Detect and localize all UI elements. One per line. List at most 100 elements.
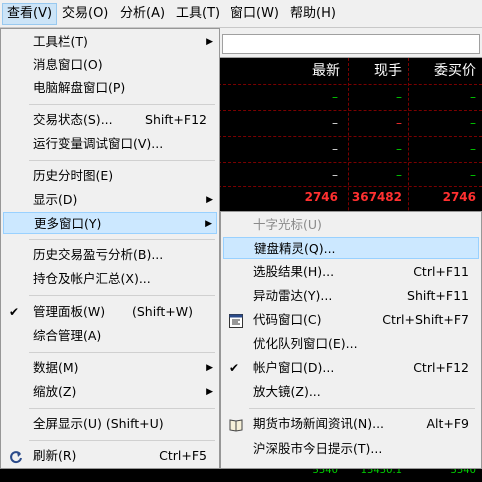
cell-bid: – xyxy=(470,168,476,182)
menu-item-trade-status[interactable]: 交易状态(S)... Shift+F12 xyxy=(3,109,217,131)
menu-item-stock-selection-results[interactable]: 选股结果(H)... Ctrl+F11 xyxy=(223,261,479,283)
menu-item-label: 更多窗口(Y) xyxy=(34,216,102,231)
menu-item-refresh[interactable]: 刷新(R) Ctrl+F5 xyxy=(3,445,217,467)
menu-item-data[interactable]: 数据(M) ▶ xyxy=(3,357,217,379)
menu-tools[interactable]: 工具(T) xyxy=(172,4,224,24)
cell-bid: 2746 xyxy=(442,190,476,204)
menu-item-label: 全屏显示(U) (Shift+U) xyxy=(33,416,164,431)
menu-item-label: 沪深股市今日提示(T)... xyxy=(253,441,383,456)
header-volume: 现手 xyxy=(374,63,402,79)
menu-bar: 查看(V) 交易(O) 分析(A) 工具(T) 窗口(W) 帮助(H) xyxy=(0,0,482,28)
menu-item-display[interactable]: 显示(D) ▶ xyxy=(3,189,217,211)
menu-item-label: 管理面板(W) xyxy=(33,304,106,319)
divider xyxy=(218,136,482,137)
cell-latest: 2746 xyxy=(304,190,338,204)
submenu-arrow-icon: ▶ xyxy=(206,363,213,373)
menu-item-message-window[interactable]: 消息窗口(O) xyxy=(3,54,217,76)
menu-item-anomaly-radar[interactable]: 异动雷达(Y)... Shift+F11 xyxy=(223,285,479,307)
menu-item-general-management[interactable]: 综合管理(A) xyxy=(3,325,217,347)
menu-item-keyboard-wizard[interactable]: 键盘精灵(Q)... xyxy=(223,237,479,259)
menu-item-label: 期货市场新闻资讯(N)... xyxy=(253,416,385,431)
menu-separator xyxy=(29,295,215,296)
checkmark-icon: ✔ xyxy=(229,361,240,375)
cell-bid: – xyxy=(470,142,476,156)
menu-item-shortcut: Ctrl+Shift+F7 xyxy=(382,312,469,327)
menu-item-label: 消息窗口(O) xyxy=(33,57,103,72)
menu-item-label: 代码窗口(C) xyxy=(253,312,322,327)
menu-item-stock-market-tips[interactable]: 沪深股市今日提示(T)... xyxy=(223,438,479,460)
menu-item-label: 电脑解盘窗口(P) xyxy=(33,80,126,95)
menu-separator xyxy=(29,104,215,105)
menu-item-pnl-analysis[interactable]: 历史交易盈亏分析(B)... xyxy=(3,244,217,266)
menu-item-label: 刷新(R) xyxy=(33,448,77,463)
cell-volume: – xyxy=(396,142,402,156)
cell-bid: – xyxy=(470,116,476,130)
cell-volume: 367482 xyxy=(351,190,402,204)
menu-trade[interactable]: 交易(O) xyxy=(58,4,112,24)
menu-item-shortcut: Ctrl+F11 xyxy=(413,264,469,279)
menu-help[interactable]: 帮助(H) xyxy=(286,4,340,24)
cell-latest: – xyxy=(332,90,338,104)
menu-item-account-window[interactable]: ✔ 帐户窗口(D)... Ctrl+F12 xyxy=(223,357,479,379)
submenu-arrow-icon: ▶ xyxy=(205,219,212,229)
menu-item-pc-analysis-window[interactable]: 电脑解盘窗口(P) xyxy=(3,77,217,99)
view-menu: 工具栏(T) ▶ 消息窗口(O) 电脑解盘窗口(P) 交易状态(S)... Sh… xyxy=(0,28,220,469)
menu-item-label: 异动雷达(Y)... xyxy=(253,288,333,303)
menu-item-position-summary[interactable]: 持仓及帐户汇总(X)... xyxy=(3,268,217,290)
toolbar-input[interactable] xyxy=(222,34,480,54)
refresh-icon xyxy=(9,449,23,464)
header-latest: 最新 xyxy=(312,63,340,79)
submenu-arrow-icon: ▶ xyxy=(206,37,213,47)
menu-item-futures-news[interactable]: 期货市场新闻资讯(N)... Alt+F9 xyxy=(223,413,479,435)
menu-item-label: 缩放(Z) xyxy=(33,384,77,399)
cell-latest: – xyxy=(332,142,338,156)
menu-item-magnifier[interactable]: 放大镜(Z)... xyxy=(223,381,479,403)
menu-separator xyxy=(29,440,215,441)
header-bid: 委买价 xyxy=(434,63,476,79)
menu-item-shortcut: Alt+F9 xyxy=(426,416,469,431)
menu-analysis[interactable]: 分析(A) xyxy=(116,4,169,24)
cell-bid: – xyxy=(470,90,476,104)
menu-item-label: 运行变量调试窗口(V)... xyxy=(33,136,164,151)
menu-item-label: 放大镜(Z)... xyxy=(253,384,321,399)
menu-item-manage-panel[interactable]: ✔ 管理面板(W) (Shift+W) xyxy=(3,301,217,323)
menu-item-fullscreen[interactable]: 全屏显示(U) (Shift+U) xyxy=(3,413,217,435)
menu-item-label: 帐户窗口(D)... xyxy=(253,360,335,375)
divider xyxy=(218,84,482,85)
cell-volume: – xyxy=(396,90,402,104)
menu-item-label: 数据(M) xyxy=(33,360,79,375)
menu-window[interactable]: 窗口(W) xyxy=(226,4,283,24)
menu-item-label: 历史分时图(E) xyxy=(33,168,114,183)
menu-item-crosshair[interactable]: 十字光标(U) xyxy=(223,214,479,236)
menu-item-toolbar[interactable]: 工具栏(T) ▶ xyxy=(3,31,217,53)
divider xyxy=(218,162,482,163)
menu-item-variable-debug[interactable]: 运行变量调试窗口(V)... xyxy=(3,133,217,155)
cell-latest: – xyxy=(332,168,338,182)
more-windows-submenu: 十字光标(U) 键盘精灵(Q)... 选股结果(H)... Ctrl+F11 异… xyxy=(220,211,482,469)
cell-volume: – xyxy=(396,116,402,130)
menu-item-zoom[interactable]: 缩放(Z) ▶ xyxy=(3,381,217,403)
checkmark-icon: ✔ xyxy=(9,305,20,319)
menu-item-label: 选股结果(H)... xyxy=(253,264,335,279)
menu-separator xyxy=(29,352,215,353)
menu-item-shortcut: Shift+F12 xyxy=(145,112,207,127)
menu-item-label: 历史交易盈亏分析(B)... xyxy=(33,247,164,262)
menu-item-more-windows[interactable]: 更多窗口(Y) ▶ xyxy=(3,212,217,234)
menu-item-label: 工具栏(T) xyxy=(33,34,88,49)
cell-latest: – xyxy=(332,116,338,130)
menu-item-code-window[interactable]: 代码窗口(C) Ctrl+Shift+F7 xyxy=(223,309,479,331)
menu-item-label: 持仓及帐户汇总(X)... xyxy=(33,271,151,286)
news-book-icon xyxy=(229,417,243,432)
submenu-arrow-icon: ▶ xyxy=(206,195,213,205)
menu-item-shortcut: (Shift+W) xyxy=(132,304,193,319)
menu-item-shortcut: Ctrl+F12 xyxy=(413,360,469,375)
menu-item-label: 显示(D) xyxy=(33,192,78,207)
code-window-icon xyxy=(229,313,243,328)
menu-view[interactable]: 查看(V) xyxy=(2,3,58,25)
menu-item-history-timechart[interactable]: 历史分时图(E) xyxy=(3,165,217,187)
menu-separator xyxy=(29,160,215,161)
menu-separator xyxy=(249,408,475,409)
menu-item-optimization-queue[interactable]: 优化队列窗口(E)... xyxy=(223,333,479,355)
menu-separator xyxy=(29,239,215,240)
menu-item-label: 十字光标(U) xyxy=(253,217,322,232)
